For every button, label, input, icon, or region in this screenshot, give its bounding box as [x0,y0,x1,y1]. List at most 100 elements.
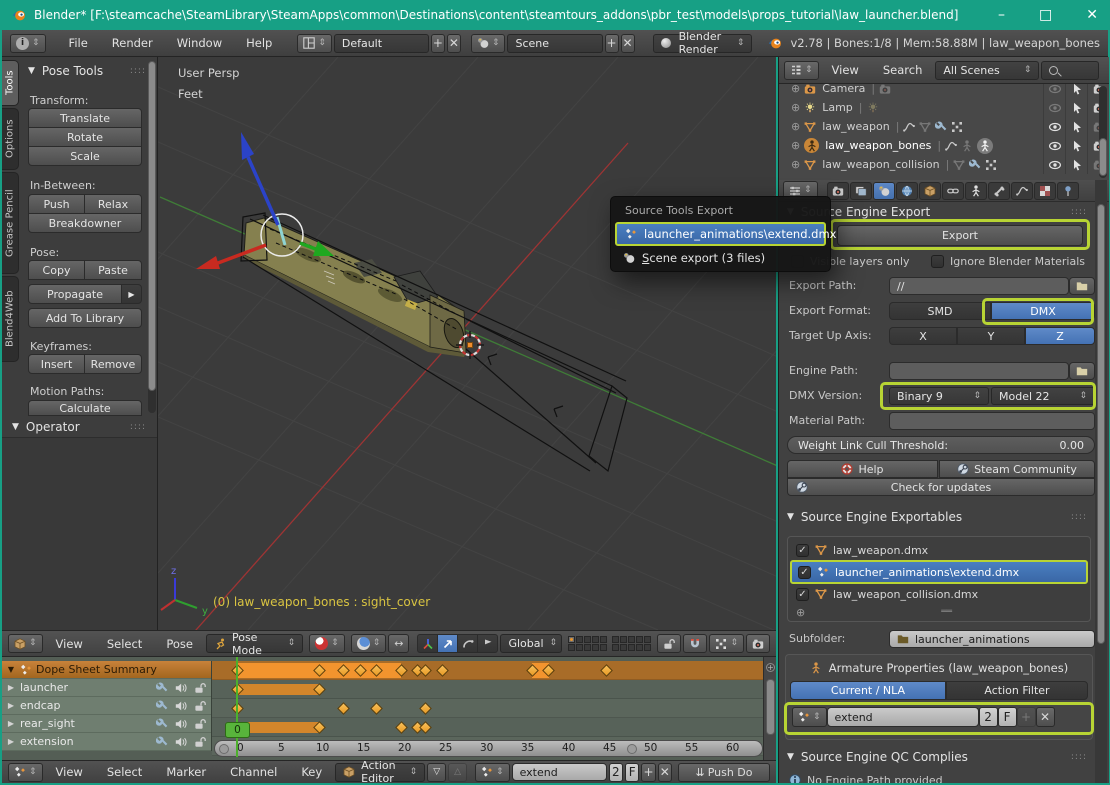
filter-up-button[interactable]: △ [448,762,468,782]
visibility-eye-icon[interactable] [1049,159,1061,171]
popup-item-scene-export[interactable]: Scene export (3 files) [615,246,826,270]
render-opengl-button[interactable] [746,634,770,653]
menu-help[interactable]: Help [235,36,283,50]
translate-button[interactable]: Translate [28,108,142,128]
export-path-field[interactable]: // [889,277,1069,295]
operator-panel-header[interactable]: ▼ Operator :::: [12,420,146,434]
steam-community-button[interactable]: Steam Community [939,460,1095,478]
axis-x-button[interactable]: X [889,327,957,345]
new-action-button[interactable]: + [641,762,656,782]
viewport-3d[interactable]: z y User Persp Feet (0) law_weapon_bones… [158,57,776,630]
exportable-row-law-weapon[interactable]: ✓ law_weapon.dmx [790,540,1088,560]
action-users-button[interactable]: 2 [978,707,998,727]
selectable-cursor-icon[interactable] [1071,84,1083,95]
modifier-toggle-icon[interactable] [156,682,168,694]
axis-y-button[interactable]: Y [957,327,1025,345]
expand-icon[interactable]: ▶ [6,737,16,746]
expand-icon[interactable]: ⊕ [791,101,800,114]
manipulator-rotate-button[interactable] [457,634,479,653]
visibility-eye-icon[interactable] [1049,84,1061,95]
dmx-model-select[interactable]: Model 22 ⇕ [991,387,1095,405]
dope-channel-extension[interactable]: ▶ extension [2,733,211,751]
mute-toggle-icon[interactable] [175,682,187,694]
dope-scrollbar[interactable]: + [763,657,776,760]
dope-lane-endcap[interactable] [212,699,763,718]
export-path-browse-button[interactable] [1069,277,1095,295]
editor-type-outliner-button[interactable]: ⇕ [784,60,819,80]
copy-pose-button[interactable]: Copy [28,260,85,280]
tab-constraints[interactable] [941,181,964,200]
action-browse-button[interactable]: ⇕ [792,707,827,727]
add-to-library-button[interactable]: Add To Library [28,308,142,328]
action-browse-button[interactable]: ⇕ [475,762,510,782]
engine-path-browse-button[interactable] [1069,362,1095,380]
modifier-toggle-icon[interactable] [156,736,168,748]
tool-shelf-scrollbar[interactable] [148,61,156,413]
push-down-button[interactable]: ⇊ Push Do [677,762,770,782]
vp-menu-select[interactable]: Select [96,637,153,651]
tab-physics[interactable] [1033,181,1056,200]
list-resize-grip-icon[interactable]: ══ [941,607,952,617]
visibility-eye-icon[interactable] [1049,102,1061,114]
outliner-menu-view[interactable]: View [821,63,870,77]
breakdowner-button[interactable]: Breakdowner [28,213,142,233]
tab-render[interactable] [826,181,849,200]
outliner-row-lamp[interactable]: ⊕ Lamp | [779,98,1109,117]
unlink-action-button[interactable]: ✕ [1035,707,1055,727]
expand-region-icon[interactable]: + [766,663,775,672]
outliner-row-law-weapon[interactable]: ⊕ law_weapon | [779,117,1109,136]
keyframe-diamond[interactable] [419,721,432,734]
pose-tools-panel-header[interactable]: ▼ Pose Tools :::: [28,64,146,78]
propagate-button[interactable]: Propagate [28,284,122,304]
check-updates-button[interactable]: Check for updates [787,478,1095,496]
insert-keyframe-button[interactable]: Insert [28,354,85,374]
tab-armature-data[interactable] [964,181,987,200]
collapse-icon[interactable]: ▼ [6,665,16,674]
source-engine-export-panel-header[interactable]: ▼ Source Engine Export :::: [787,205,1087,219]
ae-menu-key[interactable]: Key [290,765,333,779]
screen-layout-field[interactable]: Default [333,33,429,53]
maximize-button[interactable]: □ [1039,7,1052,23]
relax-button[interactable]: Relax [84,194,142,214]
help-button[interactable]: Help [787,460,938,478]
editor-mode-select[interactable]: Action Editor ⇕ [335,761,426,783]
keyframe-diamond[interactable] [337,702,350,715]
mute-toggle-icon[interactable] [175,718,187,730]
proportional-edit-button[interactable]: ↔ [388,634,410,653]
unlink-action-button[interactable]: ✕ [657,762,672,782]
tab-bone-constraints[interactable] [1010,181,1033,200]
weight-link-cull-slider[interactable]: Weight Link Cull Threshold: 0.00 [787,436,1095,454]
shelf-tab-options[interactable]: Options [2,108,19,170]
visibility-eye-icon[interactable] [1049,121,1061,133]
action-users-button[interactable]: 2 [608,762,623,782]
calculate-button[interactable]: Calculate [28,400,142,416]
manipulator-scale-button[interactable] [477,634,499,653]
delete-scene-button[interactable]: ✕ [620,33,635,53]
translate-manipulator[interactable] [196,132,334,269]
outliner-menu-search[interactable]: Search [872,63,934,77]
exportable-row-law-weapon-collision[interactable]: ✓ law_weapon_collision.dmx [790,584,1088,604]
editor-type-info-button[interactable]: i ⇕ [10,33,46,53]
exportable-checkbox[interactable]: ✓ [796,587,809,601]
viewport-shading-button[interactable]: ⇕ [309,634,345,653]
remove-keyframe-button[interactable]: Remove [84,354,142,374]
expand-icon[interactable]: ⊕ [791,120,800,133]
dope-channel-endcap[interactable]: ▶ endcap [2,697,211,715]
format-dmx-button[interactable]: DMX [991,302,1095,320]
close-button[interactable]: ✕ [1086,7,1098,23]
tab-bone[interactable] [987,181,1010,200]
manipulator-translate-button[interactable] [437,634,459,653]
modifier-toggle-icon[interactable] [156,718,168,730]
scrollbar-handle-icon[interactable] [219,744,229,754]
menu-file[interactable]: File [58,36,99,50]
outliner-display-select[interactable]: All Scenes ⇕ [935,60,1040,80]
tab-current-nla[interactable]: Current / NLA [790,681,946,700]
ae-menu-view[interactable]: View [45,765,94,779]
current-frame-badge[interactable]: 0 [225,722,250,738]
panel-grip-icon[interactable]: :::: [1071,512,1087,522]
outliner-row-law-weapon-collision[interactable]: ⊕ law_weapon_collision | [779,155,1109,174]
shelf-tab-grease-pencil[interactable]: Grease Pencil [2,172,19,274]
popup-item-export-action[interactable]: launcher_animations\extend.dmx [615,222,836,246]
tab-render-layers[interactable] [849,181,872,200]
scale-button[interactable]: Scale [28,146,142,166]
